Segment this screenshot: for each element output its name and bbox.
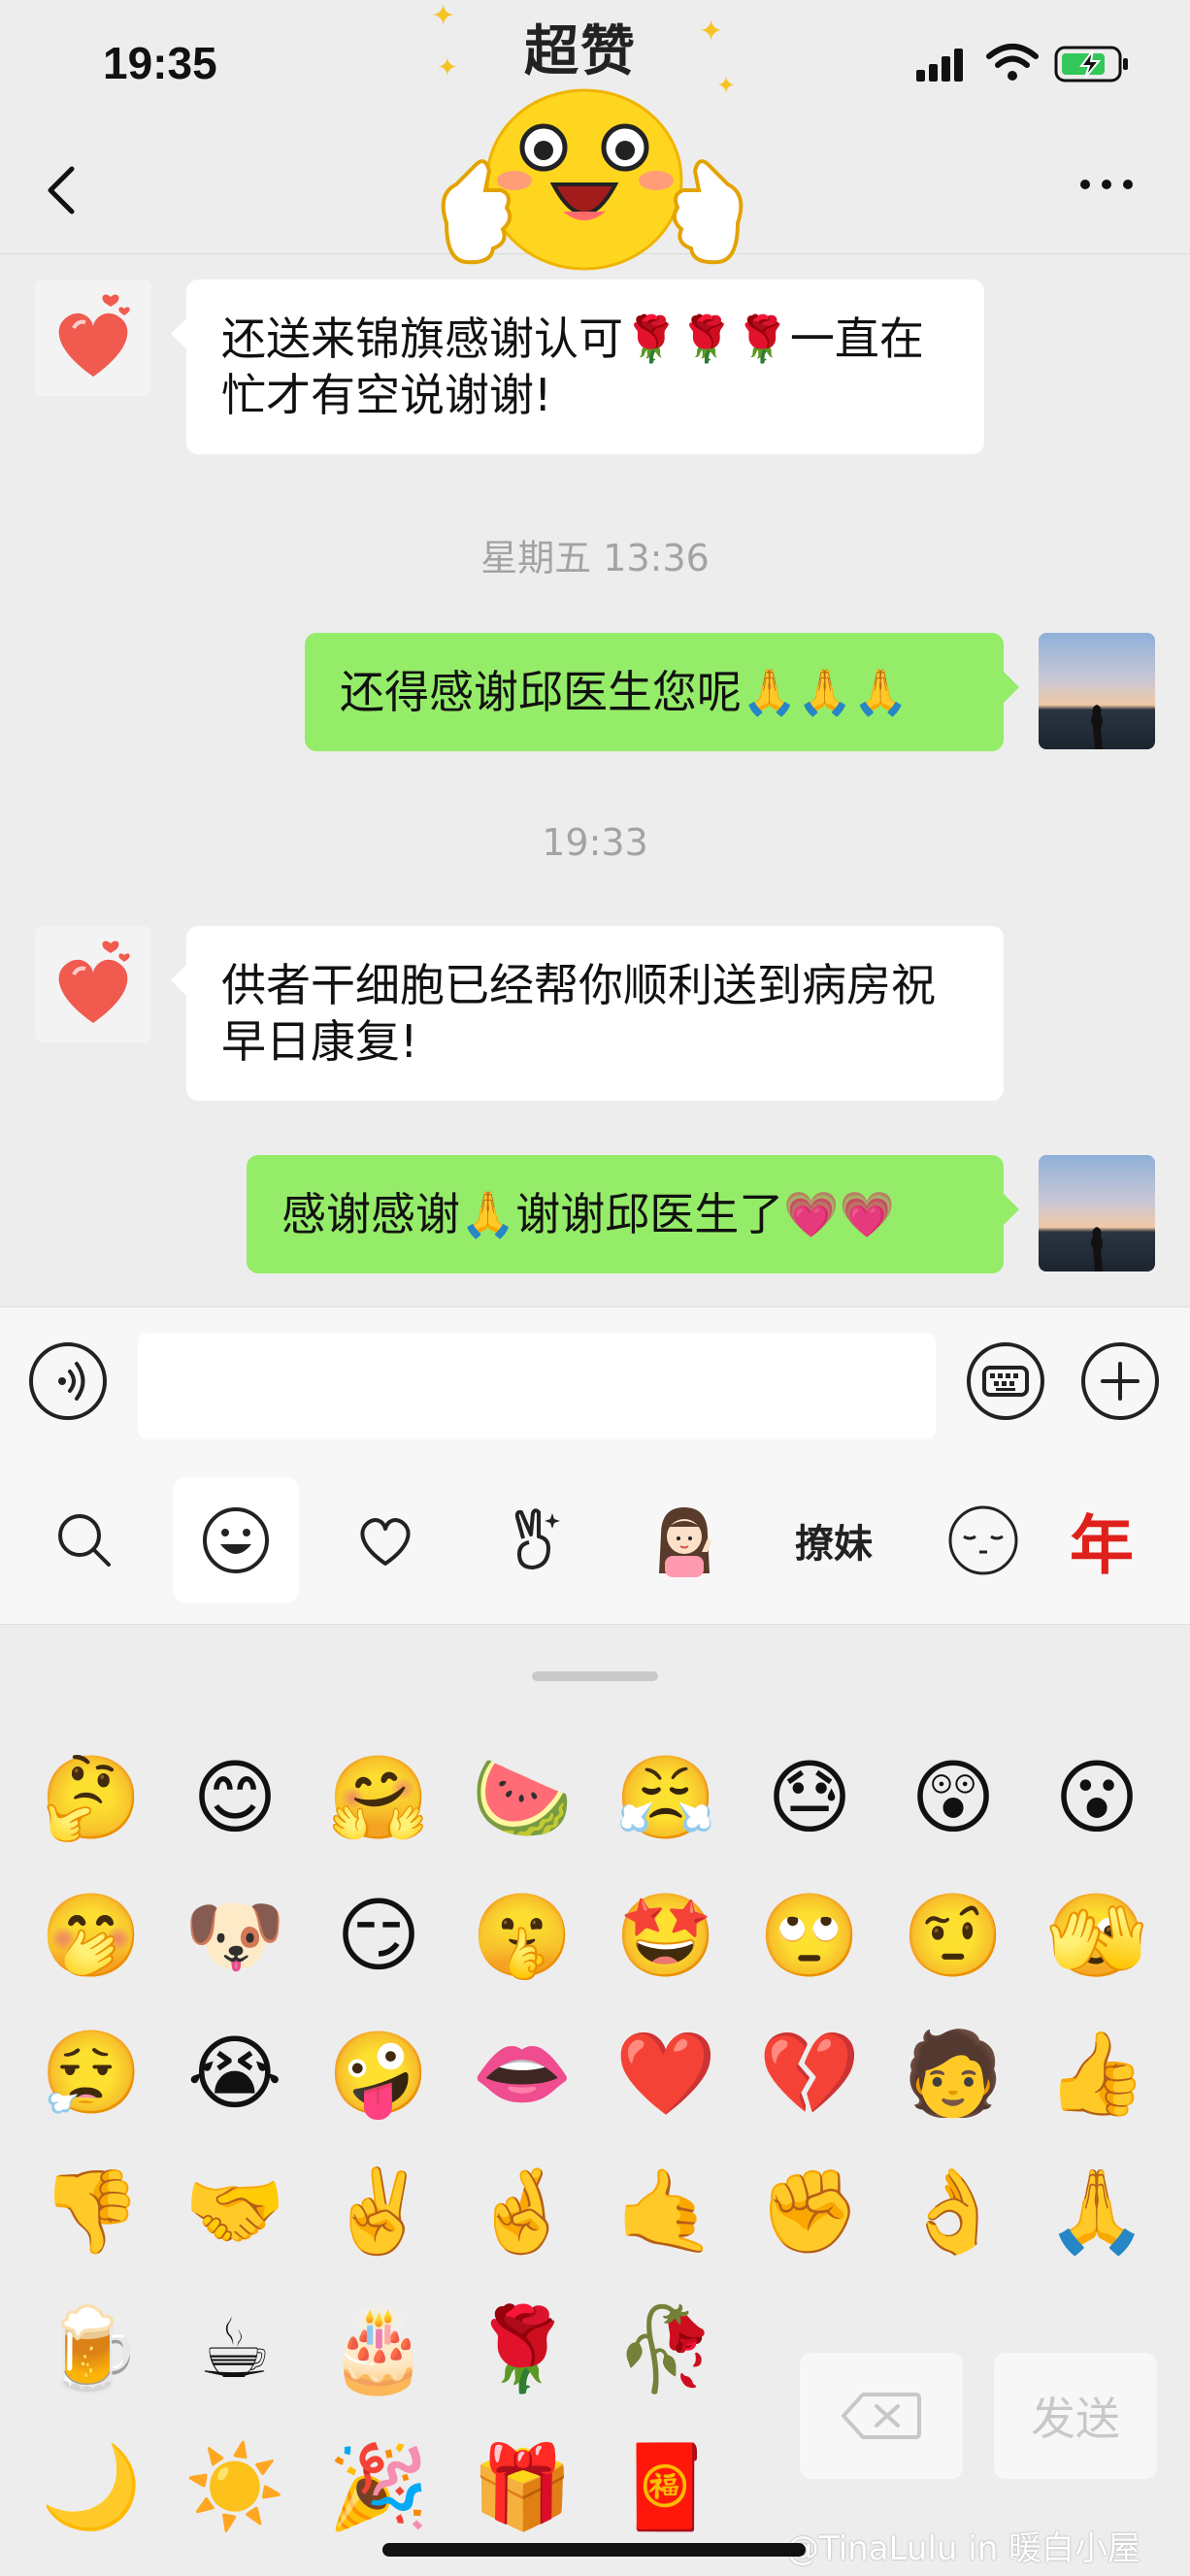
emoji-key[interactable]: 🤝 [184,2163,286,2260]
tab-favorites[interactable] [322,1477,448,1603]
victory-hand-icon [514,1508,560,1569]
emoji-key[interactable]: 👄 [472,2025,574,2122]
chat-timestamp: 19:33 [542,821,648,864]
emoji-key[interactable]: 😭 [186,2025,283,2122]
emoji-key[interactable]: 🤞 [472,2163,574,2260]
emoji-key[interactable]: 🍉 [472,1749,574,1846]
emoji-key[interactable]: 🙏 [1046,2163,1148,2260]
emoji-key[interactable]: 🎂 [328,2300,430,2397]
silhouette-avatar-icon [1091,1227,1103,1271]
tab-gestures[interactable] [472,1477,598,1603]
emoji-key[interactable]: 👍 [1046,2025,1148,2122]
status-bar: 19:35 [0,0,1190,126]
more-options-icon[interactable] [1077,173,1136,196]
search-icon [58,1514,111,1567]
tab-new-year[interactable]: 年 [1070,1477,1190,1603]
emoji-key[interactable]: 🫣 [1046,1887,1148,1984]
home-indicator[interactable] [382,2543,806,2557]
emoji-key[interactable]: 😊 [186,1749,283,1846]
emoji-key[interactable]: 🐶 [184,1887,286,1984]
silhouette-avatar-icon [1091,705,1103,749]
emoji-key[interactable]: 👎 [41,2163,143,2260]
emoji-key[interactable]: 🙄 [759,1887,861,1984]
message-bubble-incoming[interactable]: 还送来锦旗感谢认可🌹🌹🌹一直在忙才有空说谢谢! [171,280,984,454]
emoji-key[interactable]: 🤪 [328,2025,430,2122]
emoji-key[interactable]: 😮‍💨 [41,2025,143,2122]
heart-outline-icon [360,1518,411,1566]
contact-avatar[interactable] [35,926,151,1042]
tab-emoji[interactable] [173,1477,299,1603]
emoji-key[interactable]: 🎉 [328,2438,430,2535]
keyboard-icon [982,1366,1029,1397]
message-bubble-outgoing[interactable]: 感谢感谢🙏谢谢邱医生了💗💗 [247,1155,1019,1273]
wifi-icon [986,44,1039,81]
send-button[interactable]: 发送 [994,2353,1157,2479]
emoji-key[interactable]: 🧧 [615,2438,717,2535]
emoji-key[interactable]: ✊ [759,2163,861,2260]
nav-bar [0,126,1190,254]
emoji-key[interactable]: 👌 [903,2163,1005,2260]
emoji-key[interactable]: 🌙 [41,2438,143,2535]
message-input[interactable] [138,1333,936,1439]
emoji-key[interactable]: 🤨 [903,1887,1005,1984]
emoji-category-tabs: 撩妹 年 [0,1458,1190,1625]
emoji-key[interactable]: 💔 [759,2025,861,2122]
emoji-key[interactable]: 🧑 [903,2025,1005,2122]
tab-face[interactable] [920,1477,1046,1603]
status-time: 19:35 [103,38,217,88]
voice-input-button[interactable] [29,1342,107,1420]
text-sticker-label: 撩妹 [795,1522,873,1567]
emoji-key[interactable]: 😲 [905,1749,1002,1846]
emoji-key[interactable]: ❤️ [615,2025,717,2122]
chat-timestamp: 星期五 13:36 [480,537,710,579]
plus-icon [1101,1362,1140,1401]
emoji-key[interactable]: 🤫 [472,1887,574,1984]
my-avatar[interactable] [1039,633,1155,749]
emoji-key[interactable]: 😤 [615,1749,717,1846]
watermark: @TinaLulu in 暖白小屋 [786,2529,1141,2568]
emoji-key[interactable]: 😏 [330,1887,427,1984]
emoji-key[interactable]: ✌️ [328,2163,430,2260]
emoji-key[interactable]: 🌹 [472,2300,574,2397]
emoji-key[interactable]: 🤭 [41,1887,143,1984]
smiley-icon [203,1507,269,1573]
more-functions-button[interactable] [1081,1342,1159,1420]
emoji-key[interactable]: 🤔 [41,1749,143,1846]
tab-sticker-girl[interactable] [621,1477,747,1603]
emoji-key[interactable]: 🤗 [328,1749,430,1846]
heart-avatar-icon [58,941,130,1023]
signal-icon [916,49,963,82]
sleepy-face-icon [948,1505,1018,1575]
battery-charging-icon [1054,46,1128,83]
backspace-icon [842,2393,921,2439]
backspace-button[interactable] [800,2353,963,2479]
emoji-key[interactable]: ☕ [186,2300,283,2397]
emoji-key[interactable]: 🥀 [615,2300,717,2397]
panel-drag-handle[interactable] [532,1671,658,1681]
emoji-key[interactable]: 😮 [1048,1749,1145,1846]
contact-avatar[interactable] [35,280,151,396]
new-year-sticker-label: 年 [1070,1508,1134,1583]
tab-search[interactable] [21,1477,148,1603]
sticker-girl-icon [659,1507,711,1577]
keyboard-toggle-button[interactable] [967,1342,1044,1420]
emoji-key[interactable]: 🤙 [615,2163,717,2260]
message-bubble-incoming[interactable]: 供者干细胞已经帮你顺利送到病房祝早日康复! [171,926,1004,1101]
emoji-panel: 🤔 😊 🤗 🍉 😤 😓 😲 😮 🤭 🐶 😏 🤫 🤩 🙄 🤨 🫣 😮‍💨 😭 🤪 👄 ❤️ 💔 🧑 👍 👎 🤝 ✌️ 🤞 🤙 ✊ 👌 🙏 🍺 ☕ 🎂 🌹… [0,1625,1190,2576]
emoji-key[interactable]: 🍺 [41,2300,143,2397]
voice-icon [58,1362,85,1401]
emoji-key[interactable]: 😓 [761,1749,858,1846]
emoji-key[interactable]: 🤩 [615,1887,717,1984]
chat-area: 还送来锦旗感谢认可🌹🌹🌹一直在忙才有空说谢谢! 星期五 13:36 还得感谢邱医… [0,254,1190,1306]
tab-text-stickers[interactable]: 撩妹 [771,1477,897,1603]
back-arrow-icon[interactable] [39,161,87,219]
my-avatar[interactable] [1039,1155,1155,1271]
emoji-key[interactable]: ☀️ [184,2438,286,2535]
heart-avatar-icon [58,294,130,377]
emoji-key[interactable]: 🎁 [472,2438,574,2535]
input-bar [0,1306,1190,1458]
message-bubble-outgoing[interactable]: 还得感谢邱医生您呢🙏🙏🙏 [305,633,1019,751]
